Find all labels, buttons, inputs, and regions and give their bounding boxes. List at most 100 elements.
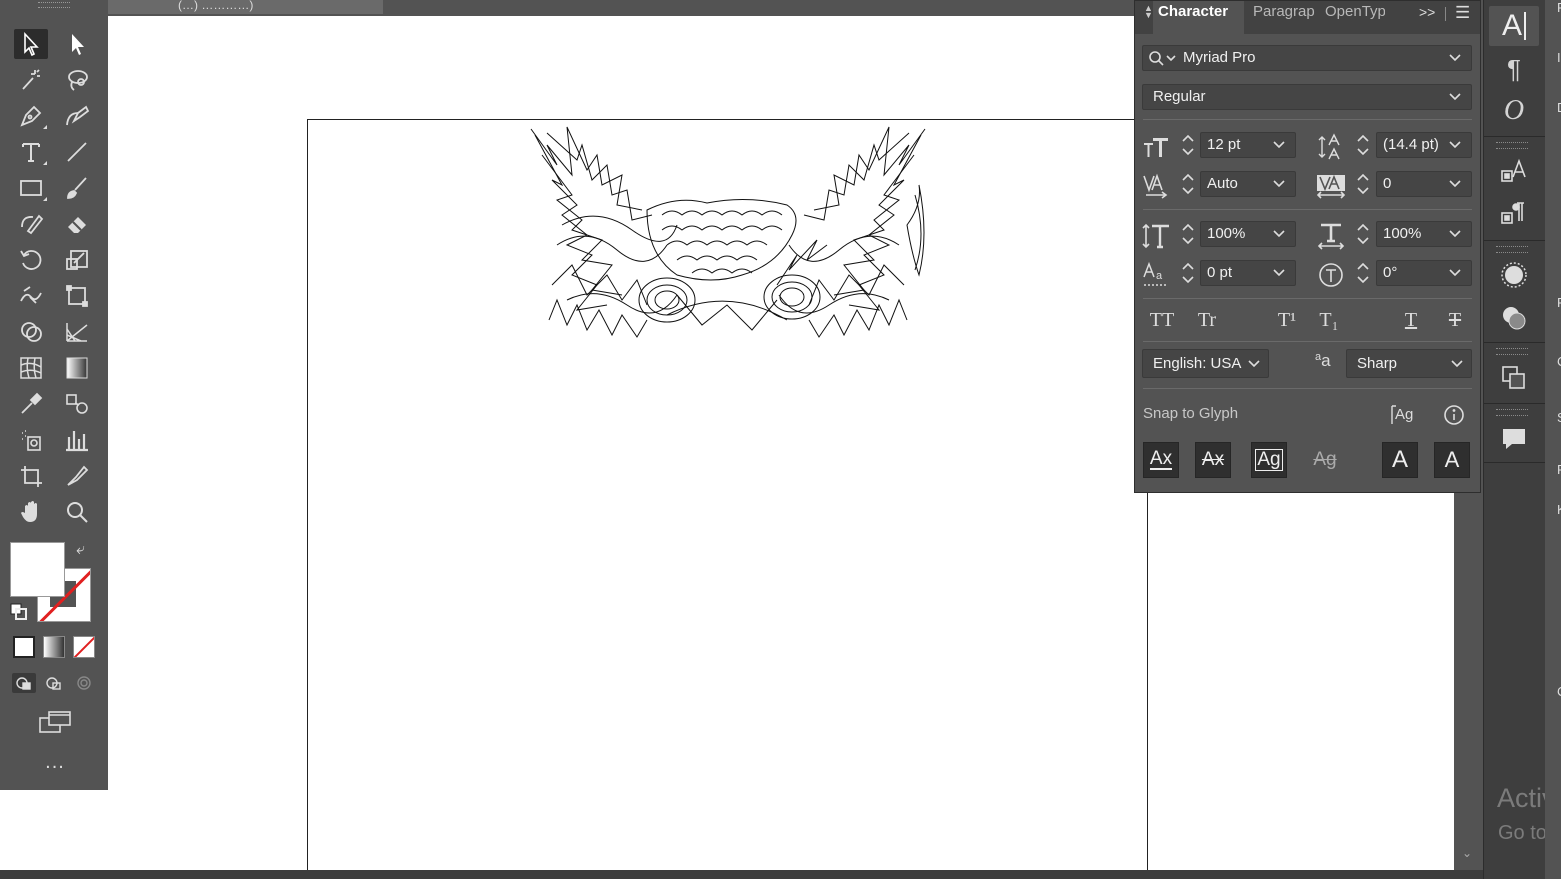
font-style-field[interactable]: Regular	[1142, 84, 1472, 110]
free-transform-tool-icon[interactable]	[60, 281, 94, 311]
chevron-down-icon[interactable]	[1273, 222, 1289, 246]
swap-fill-stroke-icon[interactable]: ⤶	[76, 541, 96, 561]
antialiasing-select[interactable]: Sharp	[1346, 349, 1472, 378]
transparency-icon[interactable]	[1489, 298, 1539, 338]
horizontal-scale-stepper[interactable]	[1353, 221, 1373, 247]
chevron-down-icon[interactable]	[1273, 261, 1289, 285]
gradient-mode-button[interactable]	[43, 636, 65, 658]
symbol-sprayer-tool-icon[interactable]	[14, 425, 48, 455]
vertical-scale-stepper[interactable]	[1178, 221, 1198, 247]
all-caps-button[interactable]: TT	[1146, 307, 1178, 333]
glyph-bounds-icon[interactable]: Ag	[1390, 402, 1416, 426]
rotate-tool-icon[interactable]	[14, 245, 48, 275]
font-size-field[interactable]: 12 pt	[1200, 132, 1296, 158]
chevron-down-icon[interactable]	[1451, 350, 1467, 374]
selection-tool-icon[interactable]	[14, 29, 48, 59]
tracking-field[interactable]: 0	[1376, 171, 1472, 197]
edit-toolbar-icon[interactable]: ...	[35, 752, 75, 777]
slice-tool-icon[interactable]	[60, 461, 94, 491]
snap-proximity-guides-button[interactable]: Ag	[1307, 442, 1343, 478]
appearance-icon[interactable]	[1489, 255, 1539, 295]
shape-builder-tool-icon[interactable]	[14, 317, 48, 347]
info-icon[interactable]	[1443, 404, 1465, 426]
language-select[interactable]: English: USA	[1142, 349, 1269, 378]
toolbar-grip[interactable]	[38, 2, 70, 8]
fill-color-swatch[interactable]	[10, 542, 65, 597]
chevron-down-icon[interactable]	[1248, 350, 1264, 374]
chevron-down-icon[interactable]	[1449, 172, 1465, 196]
horizontal-scale-field[interactable]: 100%	[1376, 221, 1472, 247]
document-tab[interactable]: (…) …………)	[108, 0, 383, 14]
collapse-arrows-icon[interactable]: ▲ ▼	[1144, 4, 1153, 20]
snap-glyph-bounds-button[interactable]: Ag	[1251, 442, 1287, 478]
small-caps-button[interactable]: Tr	[1191, 307, 1223, 333]
default-fill-stroke-icon[interactable]	[10, 603, 28, 621]
dock-grip[interactable]	[1496, 409, 1528, 416]
dock-grip[interactable]	[1496, 246, 1528, 253]
chevron-down-icon[interactable]	[1449, 46, 1465, 70]
scroll-down-icon[interactable]: ⌄	[1458, 846, 1476, 866]
snap-anchor-point-button[interactable]: A	[1434, 442, 1470, 478]
draw-behind-icon[interactable]	[42, 673, 66, 693]
comments-icon[interactable]	[1489, 419, 1539, 459]
superscript-button[interactable]: T¹	[1271, 307, 1303, 333]
kerning-field[interactable]: Auto	[1200, 171, 1296, 197]
gradient-tool-icon[interactable]	[60, 353, 94, 383]
pen-tool-icon[interactable]	[14, 101, 48, 131]
curvature-tool-icon[interactable]	[60, 101, 94, 131]
eraser-tool-icon[interactable]	[60, 209, 94, 239]
chevron-down-icon[interactable]	[1273, 133, 1289, 157]
character-styles-icon[interactable]	[1489, 152, 1539, 192]
opentype-panel-icon[interactable]: O	[1489, 91, 1539, 131]
tab-paragraph[interactable]: Paragrap	[1253, 1, 1315, 34]
leading-field[interactable]: (14.4 pt)	[1376, 132, 1472, 158]
rotation-field[interactable]: 0°	[1376, 260, 1472, 286]
perspective-grid-tool-icon[interactable]	[60, 317, 94, 347]
character-panel-icon[interactable]: A	[1489, 6, 1539, 46]
snap-baseline-button[interactable]: Ax	[1143, 442, 1179, 478]
rotation-stepper[interactable]	[1353, 260, 1373, 286]
magic-wand-tool-icon[interactable]	[14, 65, 48, 95]
color-mode-button[interactable]	[13, 636, 35, 658]
vertical-scale-field[interactable]: 100%	[1200, 221, 1296, 247]
blend-tool-icon[interactable]	[60, 389, 94, 419]
eyedropper-tool-icon[interactable]	[14, 389, 48, 419]
snap-angular-guides-button[interactable]: A	[1382, 442, 1418, 478]
mesh-tool-icon[interactable]	[14, 353, 48, 383]
rectangle-tool-icon[interactable]	[14, 173, 48, 203]
chevron-down-icon[interactable]	[1449, 133, 1465, 157]
direct-selection-tool-icon[interactable]	[60, 29, 94, 59]
tracking-stepper[interactable]	[1353, 171, 1373, 197]
strikethrough-button[interactable]: T	[1439, 307, 1471, 333]
traced-artwork[interactable]	[527, 125, 929, 343]
dock-grip[interactable]	[1496, 348, 1528, 355]
shaper-tool-icon[interactable]	[14, 209, 48, 239]
chevron-down-icon[interactable]	[1449, 85, 1465, 109]
leading-stepper[interactable]	[1353, 132, 1373, 158]
subscript-button[interactable]: T₁	[1313, 307, 1345, 333]
font-family-field[interactable]: Myriad Pro	[1142, 45, 1472, 71]
paragraph-styles-icon[interactable]	[1489, 194, 1539, 234]
paintbrush-tool-icon[interactable]	[60, 173, 94, 203]
scale-tool-icon[interactable]	[60, 245, 94, 275]
zoom-tool-icon[interactable]	[60, 497, 94, 527]
artboard-tool-icon[interactable]	[14, 461, 48, 491]
kerning-stepper[interactable]	[1178, 171, 1198, 197]
dock-grip[interactable]	[1496, 142, 1528, 149]
panel-overflow-button[interactable]: >>	[1419, 4, 1435, 20]
line-segment-tool-icon[interactable]	[60, 137, 94, 167]
tab-opentype[interactable]: OpenTyp	[1325, 1, 1385, 34]
width-tool-icon[interactable]	[14, 281, 48, 311]
column-graph-tool-icon[interactable]	[60, 425, 94, 455]
screen-mode-icon[interactable]	[38, 710, 72, 734]
font-size-stepper[interactable]	[1178, 132, 1198, 158]
underline-button[interactable]: T	[1395, 307, 1427, 333]
snap-x-height-button[interactable]: Ax	[1195, 442, 1231, 478]
lasso-tool-icon[interactable]	[60, 65, 94, 95]
chevron-down-icon[interactable]	[1449, 222, 1465, 246]
chevron-down-icon[interactable]	[1273, 172, 1289, 196]
none-mode-button[interactable]	[73, 636, 95, 658]
pathfinder-icon[interactable]	[1489, 358, 1539, 398]
draw-normal-icon[interactable]	[12, 673, 36, 693]
chevron-down-icon[interactable]	[1449, 261, 1465, 285]
